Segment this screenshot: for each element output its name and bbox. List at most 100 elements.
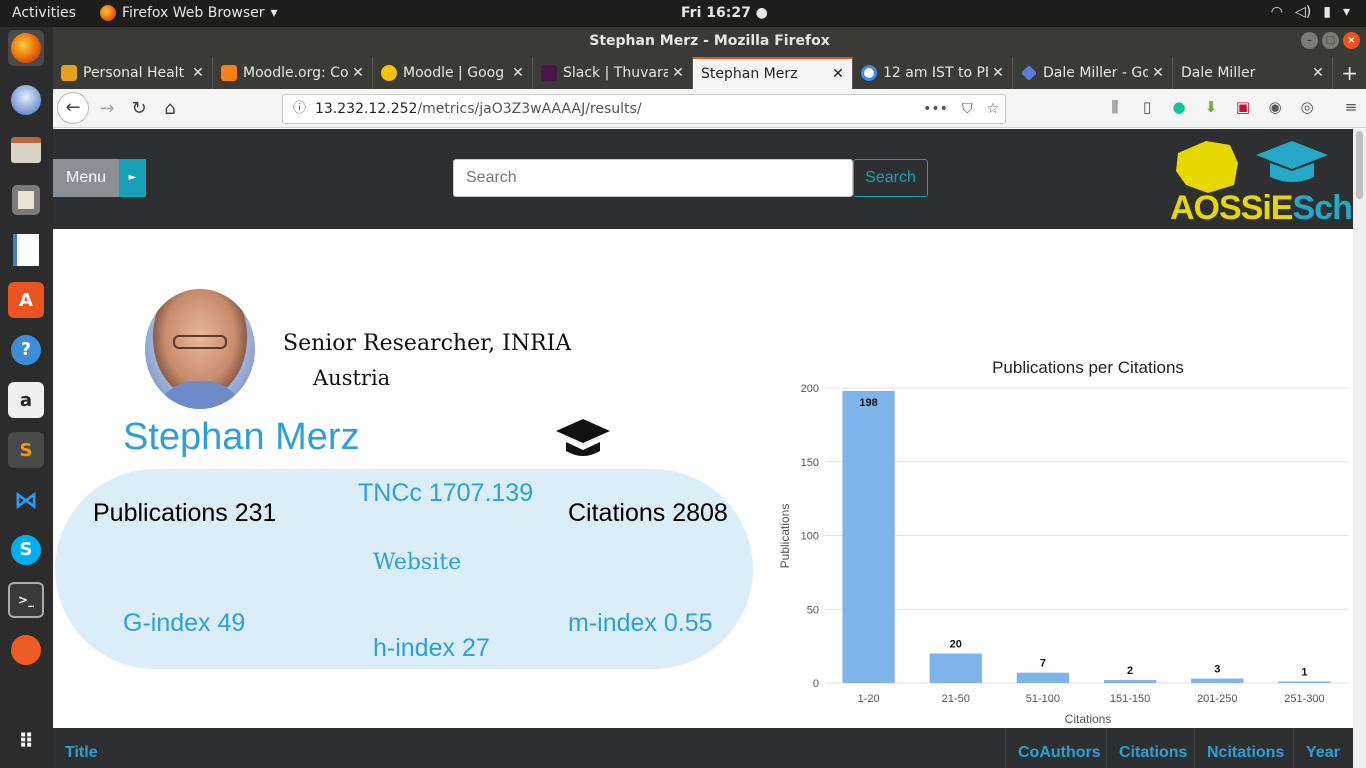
chart-bar	[929, 653, 982, 683]
aossie-scholar-logo[interactable]: AOSSiEScholar	[1168, 133, 1353, 227]
close-tab-icon[interactable]: ✕	[188, 65, 208, 81]
chart-bar	[842, 390, 895, 683]
site-info-icon[interactable]: ⓘ	[293, 95, 306, 123]
tab-slack[interactable]: Slack | Thuvara ✕	[533, 57, 693, 89]
column-header-coauthors[interactable]: CoAuthors	[1005, 728, 1113, 768]
chart-data-label: 7	[1040, 658, 1046, 670]
terminal-icon[interactable]: >_	[8, 582, 44, 618]
back-icon[interactable]: ←	[57, 92, 89, 124]
close-tab-icon[interactable]: ✕	[348, 65, 368, 81]
chart-y-tick-label: 0	[813, 678, 819, 690]
tab-label: Dale Miller - Go	[1043, 65, 1148, 81]
tab-dale-miller-google[interactable]: Dale Miller - Go ✕	[1013, 57, 1173, 89]
close-tab-icon[interactable]: ✕	[828, 66, 848, 82]
chevron-down-icon: ▾	[270, 5, 278, 21]
url-bar[interactable]: ⓘ 13.232.12.252/metrics/jaO3Z3wAAAAJ/res…	[282, 94, 1006, 124]
help-icon[interactable]: ?	[8, 332, 44, 368]
tab-moodle-org[interactable]: Moodle.org: Co ✕	[213, 57, 373, 89]
publications-per-citations-chart: Publications per Citations Publications …	[778, 358, 1348, 726]
search-button[interactable]: Search	[853, 159, 928, 197]
system-tray[interactable]: ◠ ◁) ▮ ▾	[1271, 4, 1350, 20]
close-tab-icon[interactable]: ✕	[508, 65, 528, 81]
researcher-country: Austria	[313, 366, 391, 390]
website-link[interactable]: Website	[373, 550, 461, 575]
close-window-icon[interactable]: ×	[1343, 32, 1360, 49]
researcher-name[interactable]: Stephan Merz	[123, 416, 360, 459]
close-tab-icon[interactable]: ✕	[668, 65, 688, 81]
h-index-value: h-index 27	[373, 634, 490, 662]
new-tab-icon[interactable]: +	[1341, 61, 1358, 85]
account-icon[interactable]: ◉	[1265, 98, 1285, 116]
writer-icon[interactable]	[8, 232, 44, 268]
scrollbar-thumb[interactable]	[1356, 131, 1363, 199]
files-icon[interactable]	[8, 132, 44, 168]
tab-personal-health[interactable]: Personal Healt ✕	[53, 57, 213, 89]
tab-dale-miller[interactable]: Dale Miller ✕	[1173, 57, 1333, 89]
battery-icon: ▮	[1323, 4, 1331, 20]
close-tab-icon[interactable]: ✕	[1308, 65, 1328, 81]
skype-icon[interactable]: S	[8, 532, 44, 568]
pocket-icon[interactable]: ⛉	[962, 95, 973, 123]
toolbar-icons: ⫼ ▯ ● ⬇ ▣ ◉ ◎ ≡	[1105, 98, 1361, 116]
menu-button[interactable]: Menu	[53, 159, 119, 197]
postman-icon[interactable]	[8, 632, 44, 668]
app-menu[interactable]: Firefox Web Browser ▾	[100, 5, 278, 21]
close-tab-icon[interactable]: ✕	[988, 65, 1008, 81]
sidebar-icon[interactable]: ▯	[1137, 98, 1157, 116]
rhythmbox-icon[interactable]	[8, 182, 44, 218]
search-input[interactable]	[453, 159, 853, 197]
chart-x-tick-label: 21-50	[942, 693, 970, 705]
app-name-label: Firefox Web Browser	[122, 5, 265, 21]
grammarly-icon[interactable]: ●	[1169, 98, 1189, 116]
chart-data-label: 198	[859, 397, 877, 409]
window-title: Stephan Merz - Mozilla Firefox	[589, 33, 830, 49]
firefox-dock-icon[interactable]	[8, 30, 44, 66]
maximize-icon[interactable]: □	[1322, 32, 1339, 49]
bookmark-star-icon[interactable]: ☆	[986, 95, 999, 123]
tab-time-converter[interactable]: 12 am IST to PD ✕	[853, 57, 1013, 89]
window-controls: – □ ×	[1301, 32, 1360, 49]
logo-text: AOSSiEScholar	[1170, 189, 1353, 227]
vscode-icon[interactable]: ⋈	[8, 482, 44, 518]
thunderbird-icon[interactable]	[8, 82, 44, 118]
chevron-down-icon: ▾	[1342, 4, 1350, 20]
column-header-year[interactable]: Year	[1293, 728, 1352, 768]
sync-icon[interactable]: ◎	[1297, 98, 1317, 116]
column-header-ncitations[interactable]: Ncitations	[1194, 728, 1296, 768]
chart-bar	[1191, 678, 1244, 683]
tab-moodle-google[interactable]: Moodle | Goog ✕	[373, 57, 533, 89]
clock[interactable]: Fri 16:27 ●	[681, 5, 768, 21]
close-tab-icon[interactable]: ✕	[1148, 65, 1168, 81]
tab-label: Personal Healt	[83, 65, 185, 81]
chart-x-tick-label: 51-100	[1026, 693, 1060, 705]
activities-button[interactable]: Activities	[12, 5, 76, 21]
sublime-text-icon[interactable]: S	[8, 432, 44, 468]
home-icon[interactable]: ⌂	[156, 95, 184, 123]
page-scrollbar[interactable]	[1353, 129, 1366, 768]
tab-label: 12 am IST to PD	[883, 65, 988, 81]
tab-label: Dale Miller	[1181, 65, 1256, 81]
chart-bar	[1016, 672, 1070, 683]
forward-icon[interactable]: →	[93, 95, 121, 123]
chart-x-tick-label: 201-250	[1197, 693, 1237, 705]
g-index-value: G-index 49	[123, 609, 246, 637]
column-header-title[interactable]: Title	[53, 728, 110, 768]
researcher-role: Senior Researcher, INRIA	[283, 331, 572, 356]
library-icon[interactable]: ⫼	[1105, 98, 1125, 116]
menu-caret-icon[interactable]: ►	[119, 159, 146, 197]
amazon-icon[interactable]: a	[8, 382, 44, 418]
download-icon[interactable]: ⬇	[1201, 98, 1221, 116]
tab-label: Moodle.org: Co	[243, 65, 348, 81]
tab-favicon	[1021, 65, 1037, 81]
tab-label: Stephan Merz	[701, 66, 798, 82]
column-header-citations[interactable]: Citations	[1106, 728, 1199, 768]
software-center-icon[interactable]: A	[8, 282, 44, 318]
extension-icon[interactable]: ▣	[1233, 98, 1253, 116]
tab-stephan-merz[interactable]: Stephan Merz ✕	[693, 57, 853, 89]
reload-icon[interactable]: ↻	[125, 95, 153, 123]
show-applications-icon[interactable]: ⠿	[8, 723, 44, 759]
hamburger-menu-icon[interactable]: ≡	[1341, 98, 1361, 116]
chart-x-tick-label: 1-20	[858, 693, 880, 705]
page-actions-icon[interactable]: •••	[923, 95, 948, 123]
minimize-icon[interactable]: –	[1301, 32, 1318, 49]
